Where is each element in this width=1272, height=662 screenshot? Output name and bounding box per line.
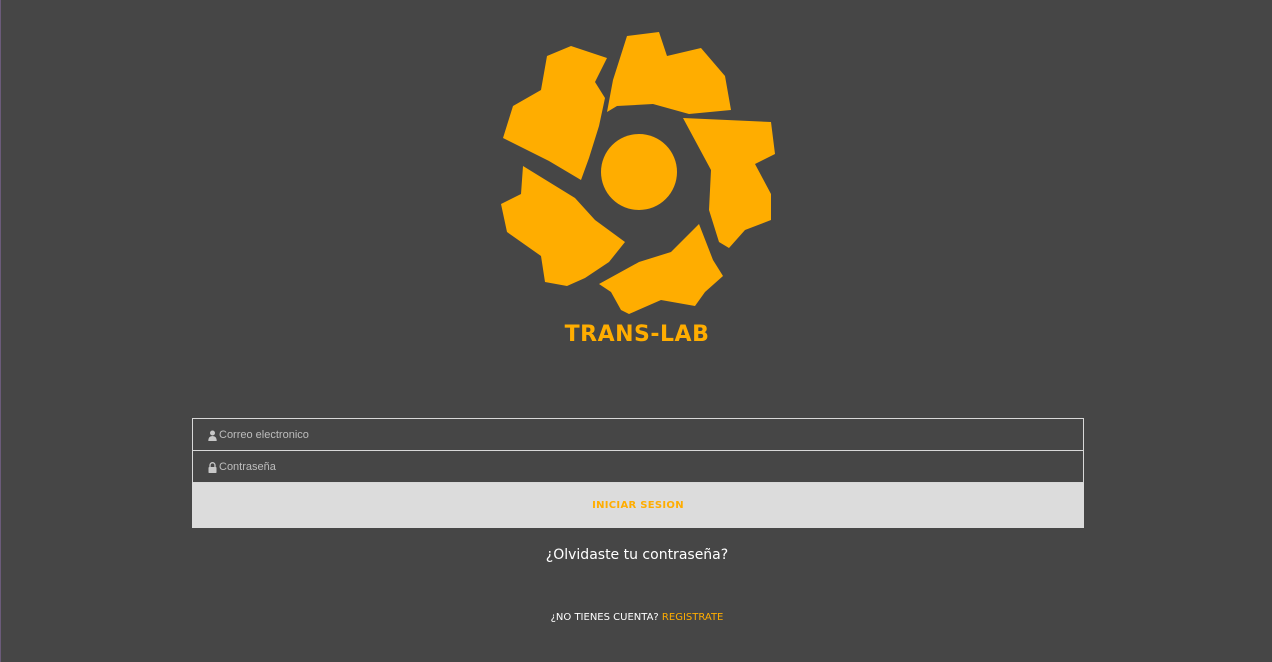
email-input[interactable] <box>219 419 1069 450</box>
gear-logo-icon <box>501 32 775 314</box>
password-field[interactable] <box>192 450 1084 483</box>
user-icon <box>208 430 217 441</box>
login-form: INICIAR SESION <box>192 418 1084 528</box>
forgot-password-link[interactable]: ¿Olvidaste tu contraseña? <box>546 547 728 563</box>
brand-title: TRANS-LAB <box>564 322 710 347</box>
login-button[interactable]: INICIAR SESION <box>192 482 1084 528</box>
no-account-text: ¿NO TIENES CUENTA? <box>550 612 659 623</box>
lock-icon <box>208 462 217 473</box>
password-input[interactable] <box>219 451 1069 482</box>
email-field[interactable] <box>192 418 1084 451</box>
forgot-password-row: ¿Olvidaste tu contraseña? <box>1 547 1272 563</box>
register-link[interactable]: REGISTRATE <box>662 612 723 623</box>
signup-row: ¿NO TIENES CUENTA? REGISTRATE <box>1 612 1272 623</box>
